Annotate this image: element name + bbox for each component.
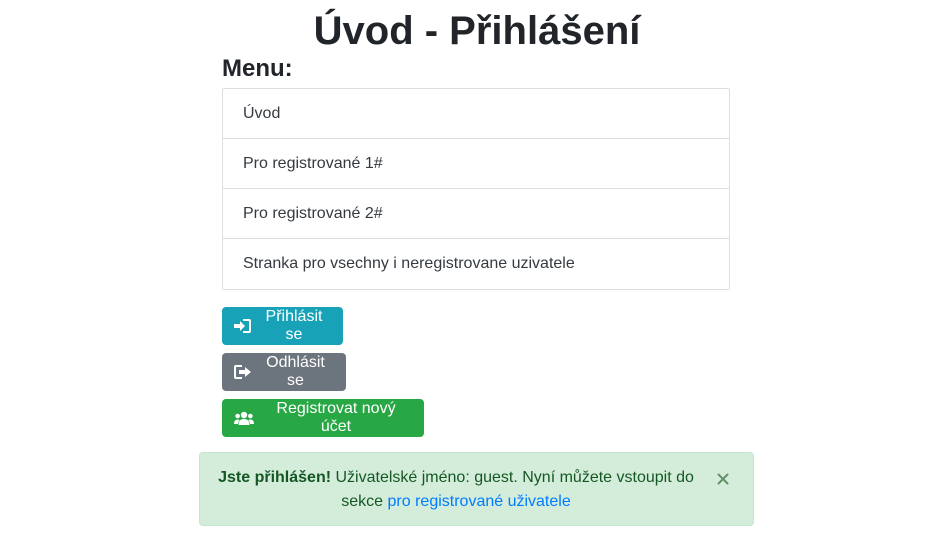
menu-heading: Menu: [222,55,293,82]
login-button-label: Přihlásit se [265,308,323,343]
logout-button[interactable]: Odhlásit se [222,353,346,391]
page-title: Úvod - Přihlášení [313,9,641,53]
sign-out-icon [234,365,251,379]
sign-in-icon [234,319,251,333]
alert-strong-text: Jste přihlášen! [218,469,332,486]
alert-close-button[interactable] [713,469,733,489]
alert-message: Jste přihlášen! Uživatelské jméno: guest… [214,466,698,514]
registered-section-link[interactable]: pro registrované uživatele [388,493,571,510]
register-button[interactable]: Registrovat nový účet [222,399,424,437]
users-icon [234,411,254,425]
logout-button-label: Odhlásit se [266,354,325,389]
menu-item-uvod[interactable]: Úvod [223,89,729,139]
menu-list: Úvod Pro registrované 1# Pro registrovan… [222,88,730,290]
close-icon [717,473,729,485]
menu-item-registered-2[interactable]: Pro registrované 2# [223,189,729,239]
login-button[interactable]: Přihlásit se [222,307,343,345]
register-button-label: Registrovat nový účet [276,400,396,435]
menu-item-public-page[interactable]: Stranka pro vsechny i neregistrovane uzi… [223,239,729,289]
login-success-alert: Jste přihlášen! Uživatelské jméno: guest… [199,452,754,526]
menu-item-registered-1[interactable]: Pro registrované 1# [223,139,729,189]
